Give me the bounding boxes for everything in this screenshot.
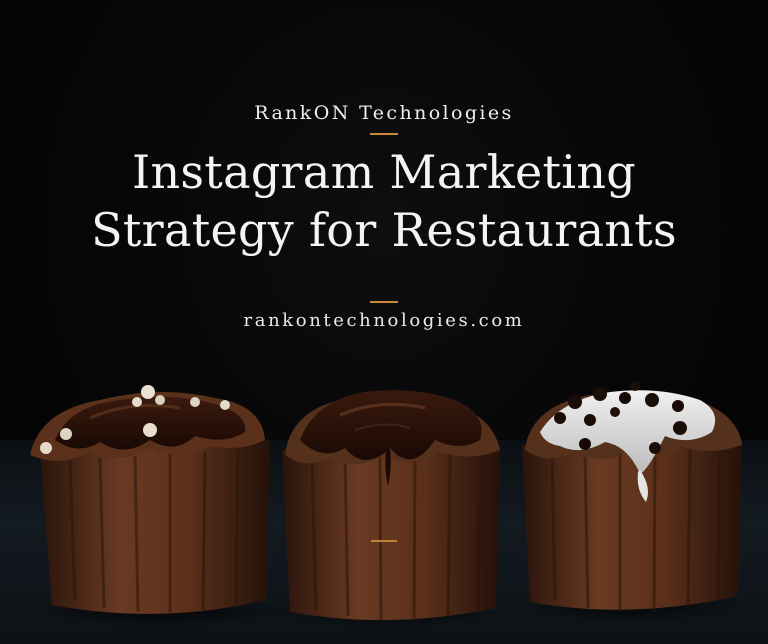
muffin-right [522, 381, 742, 613]
muffin-center [282, 390, 500, 621]
muffins-illustration [30, 381, 750, 628]
accent-rule-bottom [371, 540, 397, 542]
poster-canvas: RankON Technologies Instagram Marketing … [0, 0, 768, 644]
muffin-left [30, 385, 270, 614]
